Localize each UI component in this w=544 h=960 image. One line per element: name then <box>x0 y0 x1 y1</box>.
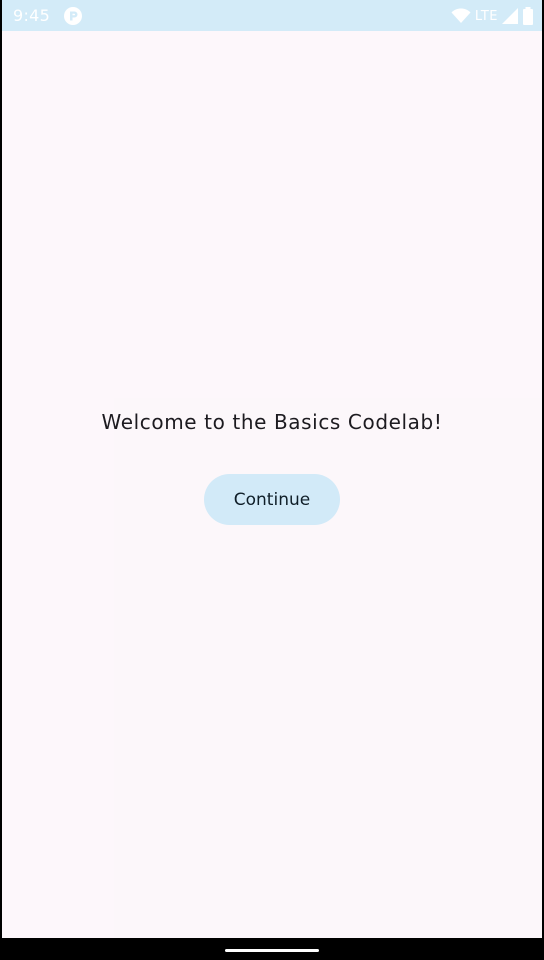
app-screen: 9:45 LTE Welcome to the Basics Codelab! … <box>2 0 542 938</box>
continue-button[interactable]: Continue <box>204 474 340 525</box>
welcome-heading: Welcome to the Basics Codelab! <box>101 410 443 434</box>
network-type-label: LTE <box>474 8 498 24</box>
status-bar: 9:45 LTE <box>2 0 542 31</box>
home-indicator[interactable] <box>225 949 319 952</box>
signal-icon <box>502 8 518 24</box>
device-frame: 9:45 LTE Welcome to the Basics Codelab! … <box>0 0 544 960</box>
status-icons: LTE <box>451 5 534 27</box>
navigation-bar <box>0 938 544 960</box>
wifi-icon <box>451 8 471 24</box>
status-time: 9:45 <box>13 6 51 25</box>
battery-icon <box>522 7 534 25</box>
notification-app-icon <box>64 7 82 25</box>
